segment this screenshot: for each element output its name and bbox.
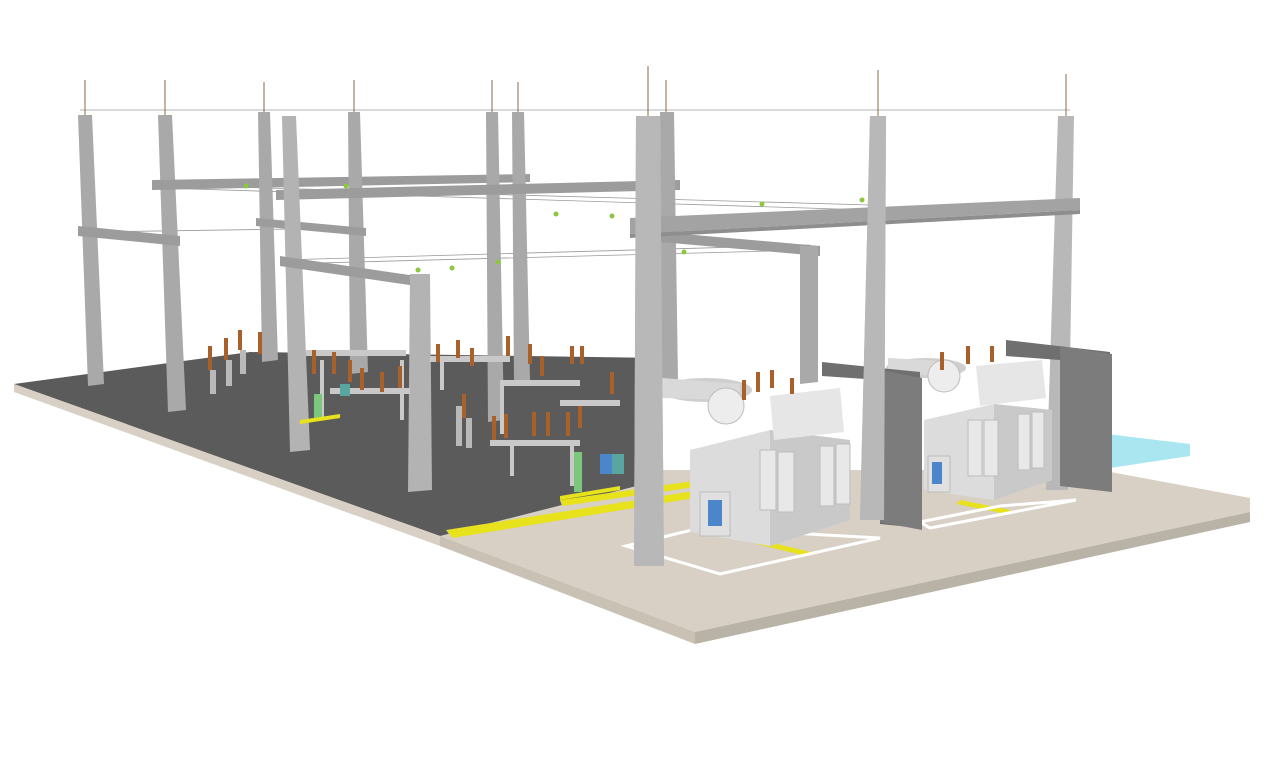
gantry-pole-front xyxy=(860,116,886,520)
gantry-pole xyxy=(408,274,432,492)
gantry-pole xyxy=(258,112,278,362)
gantry-pole xyxy=(348,112,368,374)
substation-scene xyxy=(0,0,1280,759)
gantry-pole xyxy=(660,112,678,382)
gantry-pole xyxy=(800,246,818,384)
gantry-pole xyxy=(78,115,104,386)
gantry-pole xyxy=(512,112,530,382)
substation-render xyxy=(14,66,1250,644)
gantry-pole-front xyxy=(634,116,664,566)
gantry-pole xyxy=(486,112,504,422)
